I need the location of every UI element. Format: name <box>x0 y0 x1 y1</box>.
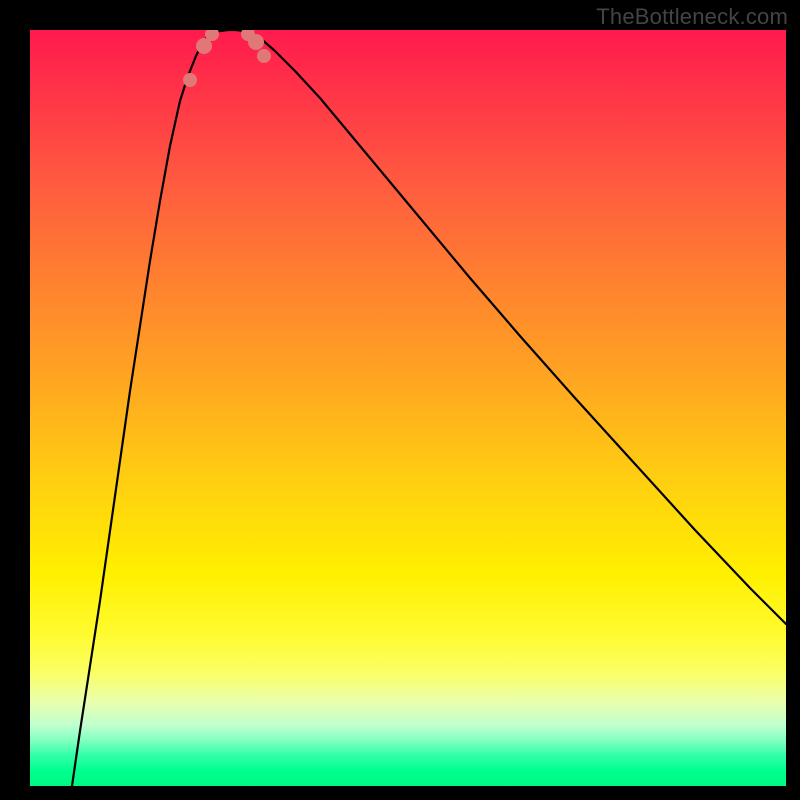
chart-frame: TheBottleneck.com <box>0 0 800 800</box>
plot-area <box>30 30 786 786</box>
marker-right-lower <box>248 34 264 50</box>
marker-right-upper <box>257 49 271 63</box>
marker-left-upper <box>183 73 197 87</box>
bottleneck-path <box>72 30 786 786</box>
bottleneck-curve <box>30 30 786 786</box>
watermark-text: TheBottleneck.com <box>596 4 788 30</box>
